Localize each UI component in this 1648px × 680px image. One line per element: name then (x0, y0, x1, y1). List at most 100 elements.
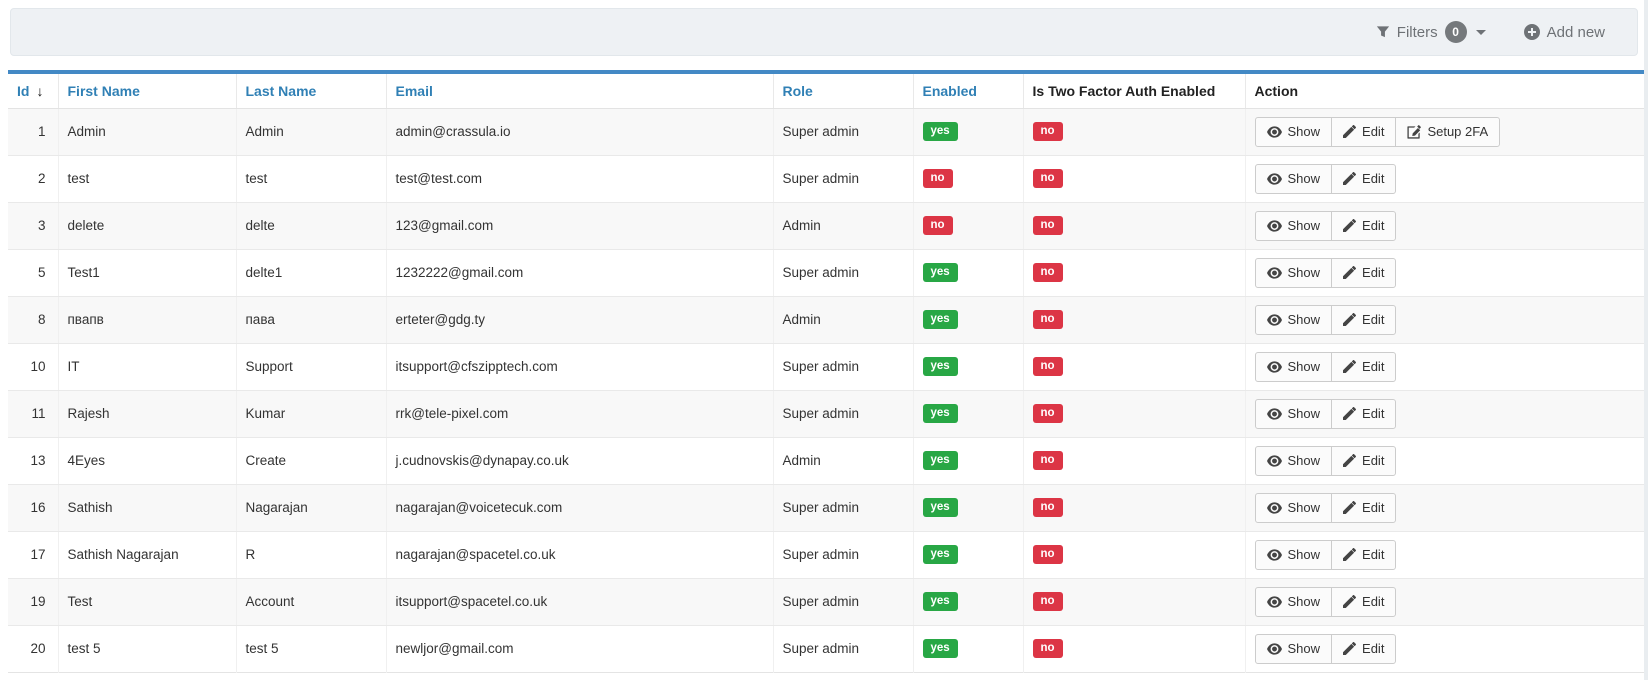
cell-last-name: delte (236, 202, 386, 249)
show-button[interactable]: Show (1255, 117, 1333, 147)
show-button[interactable]: Show (1255, 446, 1333, 476)
pencil-icon (1343, 501, 1356, 514)
edit-button[interactable]: Edit (1331, 305, 1396, 335)
cell-email: nagarajan@spacetel.co.uk (386, 531, 773, 578)
edit-button-label: Edit (1362, 641, 1384, 656)
table-row: 2testtesttest@test.comSuper adminnonoSho… (8, 155, 1644, 202)
cell-role: Super admin (773, 343, 913, 390)
cell-action: ShowEdit (1245, 296, 1644, 343)
cell-enabled: yes (913, 108, 1023, 155)
cell-two-factor: no (1023, 531, 1245, 578)
cell-first-name: test 5 (58, 625, 236, 672)
edit-button-label: Edit (1362, 359, 1384, 374)
cell-enabled: yes (913, 531, 1023, 578)
cell-id: 19 (8, 578, 58, 625)
cell-action: ShowEdit (1245, 531, 1644, 578)
pencil-icon (1343, 595, 1356, 608)
cell-id: 17 (8, 531, 58, 578)
column-header-first-name[interactable]: First Name (58, 72, 236, 108)
show-button-label: Show (1288, 171, 1321, 186)
add-new-button[interactable]: Add new (1524, 24, 1605, 41)
eye-icon (1267, 267, 1282, 279)
column-header-email[interactable]: Email (386, 72, 773, 108)
filters-count-badge: 0 (1445, 21, 1467, 43)
edit-button[interactable]: Edit (1331, 540, 1396, 570)
enabled-badge: yes (923, 122, 958, 141)
add-new-button-label: Add new (1547, 24, 1605, 41)
table-row: 20test 5test 5newljor@gmail.comSuper adm… (8, 625, 1644, 672)
show-button[interactable]: Show (1255, 211, 1333, 241)
show-button[interactable]: Show (1255, 587, 1333, 617)
pencil-square-icon (1407, 125, 1421, 139)
cell-role: Super admin (773, 531, 913, 578)
cell-last-name: пава (236, 296, 386, 343)
cell-two-factor: no (1023, 343, 1245, 390)
eye-icon (1267, 126, 1282, 138)
edit-button[interactable]: Edit (1331, 258, 1396, 288)
column-header-role[interactable]: Role (773, 72, 913, 108)
edit-button[interactable]: Edit (1331, 164, 1396, 194)
enabled-badge: no (923, 216, 953, 235)
cell-last-name: Admin (236, 108, 386, 155)
cell-enabled: yes (913, 625, 1023, 672)
two-factor-badge: no (1033, 263, 1063, 282)
edit-button[interactable]: Edit (1331, 446, 1396, 476)
two-factor-badge: no (1033, 169, 1063, 188)
edit-button[interactable]: Edit (1331, 587, 1396, 617)
cell-email: j.cudnovskis@dynapay.co.uk (386, 437, 773, 484)
cell-enabled: yes (913, 578, 1023, 625)
edit-button[interactable]: Edit (1331, 634, 1396, 664)
users-table: Id↓ First Name Last Name Email Role Enab… (8, 70, 1644, 673)
show-button[interactable]: Show (1255, 258, 1333, 288)
cell-email: test@test.com (386, 155, 773, 202)
filters-button[interactable]: Filters 0 (1376, 21, 1486, 43)
eye-icon (1267, 549, 1282, 561)
table-row: 3deletedelte123@gmail.comAdminnonoShowEd… (8, 202, 1644, 249)
setup-2fa-button[interactable]: Setup 2FA (1395, 117, 1500, 147)
enabled-badge: yes (923, 639, 958, 658)
show-button[interactable]: Show (1255, 164, 1333, 194)
show-button[interactable]: Show (1255, 634, 1333, 664)
cell-first-name: 4Eyes (58, 437, 236, 484)
show-button[interactable]: Show (1255, 352, 1333, 382)
table-row: 8пвапвпаваerteter@gdg.tyAdminyesnoShowEd… (8, 296, 1644, 343)
column-header-enabled[interactable]: Enabled (913, 72, 1023, 108)
show-button[interactable]: Show (1255, 305, 1333, 335)
column-header-last-name[interactable]: Last Name (236, 72, 386, 108)
column-header-id[interactable]: Id↓ (8, 72, 58, 108)
cell-email: itsupport@spacetel.co.uk (386, 578, 773, 625)
table-row: 16SathishNagarajannagarajan@voicetecuk.c… (8, 484, 1644, 531)
cell-two-factor: no (1023, 578, 1245, 625)
cell-id: 11 (8, 390, 58, 437)
edit-button[interactable]: Edit (1331, 399, 1396, 429)
action-button-group: Show Edit (1255, 164, 1397, 194)
cell-two-factor: no (1023, 202, 1245, 249)
action-button-group: Show Edit (1255, 399, 1397, 429)
cell-role: Super admin (773, 108, 913, 155)
action-button-group: Show Edit (1255, 446, 1397, 476)
cell-id: 2 (8, 155, 58, 202)
edit-button[interactable]: Edit (1331, 211, 1396, 241)
show-button-label: Show (1288, 500, 1321, 515)
show-button[interactable]: Show (1255, 399, 1333, 429)
pencil-icon (1343, 360, 1356, 373)
cell-email: nagarajan@voicetecuk.com (386, 484, 773, 531)
action-button-group: Show Edit (1255, 493, 1397, 523)
edit-button[interactable]: Edit (1331, 493, 1396, 523)
edit-button-label: Edit (1362, 453, 1384, 468)
show-button[interactable]: Show (1255, 493, 1333, 523)
edit-button[interactable]: Edit (1331, 352, 1396, 382)
two-factor-badge: no (1033, 216, 1063, 235)
cell-enabled: yes (913, 249, 1023, 296)
edit-button[interactable]: Edit (1331, 117, 1396, 147)
show-button[interactable]: Show (1255, 540, 1333, 570)
cell-action: Show Edit (1245, 484, 1644, 531)
show-button-label: Show (1288, 406, 1321, 421)
right-edge-gutter (1644, 0, 1648, 680)
two-factor-badge: no (1033, 122, 1063, 141)
cell-two-factor: no (1023, 155, 1245, 202)
pencil-icon (1343, 125, 1356, 138)
cell-role: Super admin (773, 155, 913, 202)
cell-email: rrk@tele-pixel.com (386, 390, 773, 437)
cell-role: Super admin (773, 249, 913, 296)
